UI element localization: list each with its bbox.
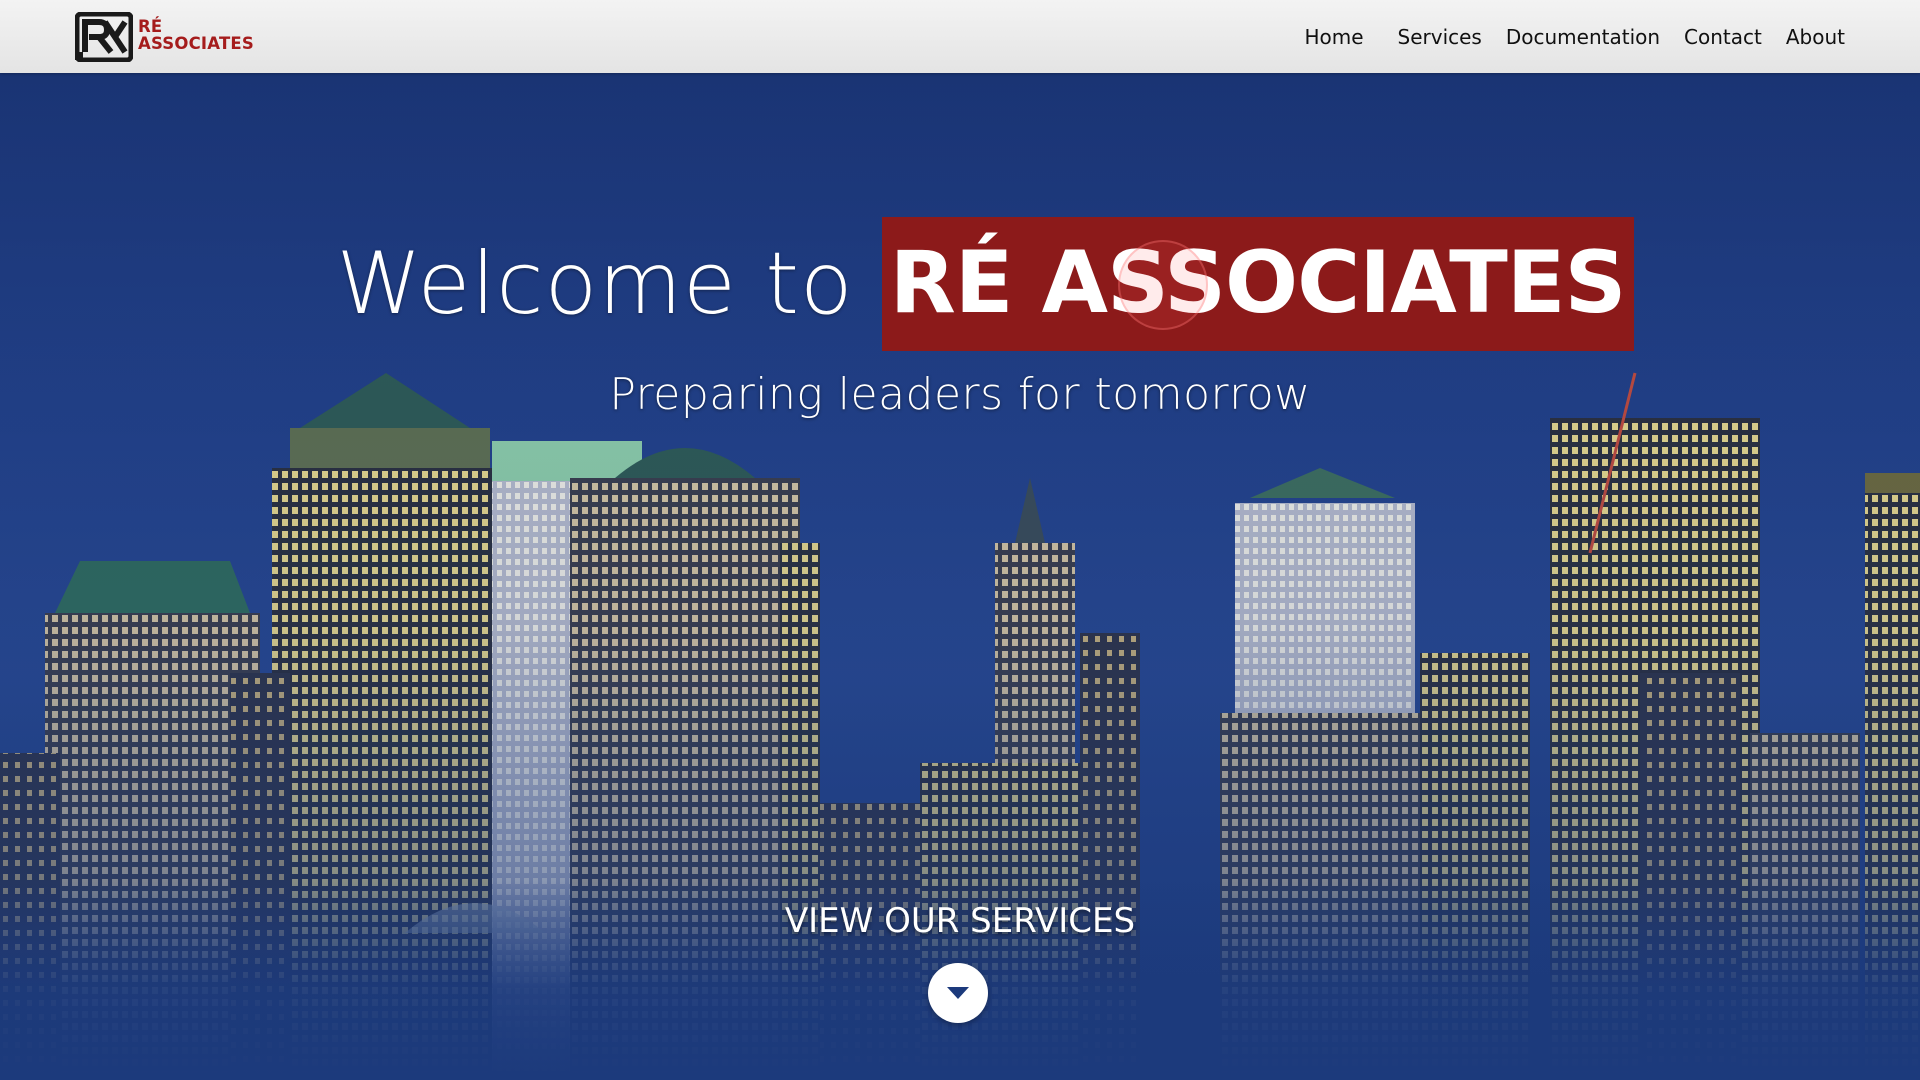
re-monogram-icon bbox=[75, 12, 133, 62]
nav-documentation[interactable]: Documentation bbox=[1506, 25, 1660, 49]
scroll-down-button[interactable] bbox=[928, 963, 988, 1023]
nav-contact[interactable]: Contact bbox=[1684, 25, 1762, 49]
nav-home[interactable]: Home bbox=[1304, 25, 1363, 49]
hero-tagline: Preparing leaders for tomorrow bbox=[609, 369, 1311, 420]
headline-welcome: Welcome to bbox=[336, 234, 854, 334]
nav-about[interactable]: About bbox=[1786, 25, 1845, 49]
caret-down-icon bbox=[947, 987, 969, 999]
headline-brand-box: RÉ ASSOCIATES bbox=[881, 217, 1634, 351]
view-services-link[interactable]: VIEW OUR SERVICES bbox=[0, 901, 1920, 941]
logo-line-2: ASSOCIATES bbox=[138, 34, 254, 53]
logo-wordmark: RÉ ASSOCIATES bbox=[138, 18, 254, 52]
logo-line-1: RÉ bbox=[138, 17, 163, 36]
hero-section: Welcome to RÉ ASSOCIATES Preparing leade… bbox=[0, 73, 1920, 1080]
nav-services[interactable]: Services bbox=[1398, 25, 1482, 49]
site-logo[interactable]: RÉ ASSOCIATES bbox=[75, 12, 265, 62]
hero-headline: Welcome to RÉ ASSOCIATES bbox=[0, 217, 1920, 351]
main-nav: Home Services Documentation Contact Abou… bbox=[1280, 0, 1845, 73]
brand-highlight-ring bbox=[1117, 240, 1208, 330]
site-header: RÉ ASSOCIATES Home Services Documentatio… bbox=[0, 0, 1920, 73]
headline-brand: RÉ ASSOCIATES bbox=[889, 233, 1627, 333]
